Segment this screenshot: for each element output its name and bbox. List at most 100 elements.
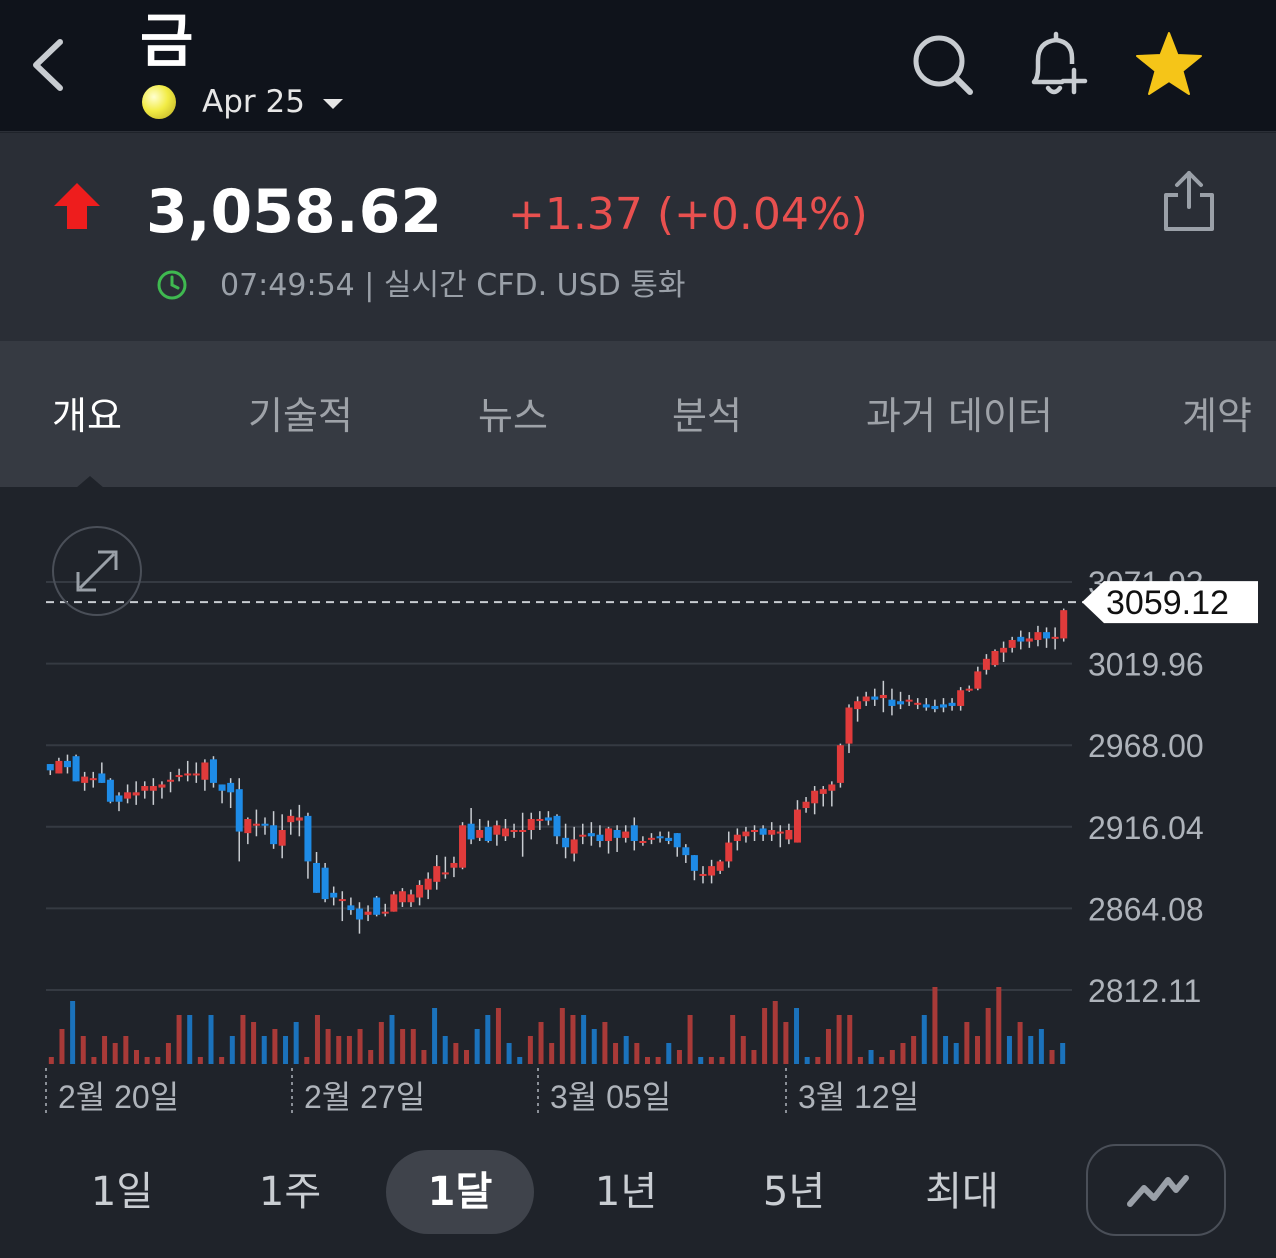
volume-bar: [921, 1015, 927, 1064]
candle-body: [484, 826, 492, 841]
candle-body: [124, 792, 132, 799]
candle-body: [149, 786, 157, 791]
candle-body: [441, 872, 449, 875]
candle-body: [897, 701, 905, 705]
search-icon[interactable]: [908, 30, 978, 100]
range-5-years[interactable]: 5년: [734, 1150, 854, 1234]
volume-bar: [421, 1050, 427, 1064]
volume-bar: [932, 987, 938, 1064]
bell-plus-icon[interactable]: [1020, 30, 1090, 100]
candle-body: [467, 823, 475, 840]
volume-bar: [59, 1029, 65, 1064]
candle-body: [355, 908, 363, 920]
contract-selector[interactable]: Apr 25: [142, 82, 343, 122]
candle-body: [965, 688, 973, 691]
volume-bar: [953, 1043, 959, 1064]
volume-bar: [602, 1022, 608, 1064]
price-change: +1.37 (+0.04%): [508, 189, 868, 240]
candle-body: [1008, 639, 1016, 648]
tab-analysis[interactable]: 분석: [672, 391, 742, 441]
expand-button[interactable]: [52, 526, 142, 616]
candle-body: [510, 830, 518, 833]
contract-label: Apr 25: [202, 84, 305, 120]
candle-body: [957, 690, 965, 706]
range-1-day[interactable]: 1일: [62, 1150, 182, 1234]
candle-body: [974, 671, 982, 689]
candle-body: [132, 792, 140, 796]
candle-body: [1000, 647, 1008, 653]
arrow-up-icon: [54, 183, 100, 229]
price-chart[interactable]: 3071.933019.962968.002916.042864.082812.…: [0, 488, 1276, 1128]
candle-body: [244, 819, 252, 834]
back-icon[interactable]: [26, 30, 76, 100]
candle-body: [939, 704, 947, 708]
candle-body: [562, 837, 570, 848]
candle-body: [175, 775, 183, 778]
candle-body: [476, 830, 484, 838]
tab-news[interactable]: 뉴스: [478, 391, 548, 441]
candle-body: [527, 819, 535, 831]
candle-body: [871, 696, 879, 700]
candle-body: [699, 873, 707, 876]
volume-bar: [400, 1029, 406, 1064]
candle-body: [501, 828, 509, 837]
candle-body: [725, 842, 733, 862]
candle-body: [613, 830, 621, 838]
volume-bar: [783, 1022, 789, 1064]
volume-bar: [708, 1057, 714, 1064]
tab-technical[interactable]: 기술적: [248, 391, 353, 441]
candle-body: [1060, 610, 1068, 639]
chart-type-button[interactable]: [1086, 1144, 1226, 1236]
volume-bar: [357, 1029, 363, 1064]
volume-bar: [1049, 1050, 1055, 1064]
candle-body: [690, 855, 698, 871]
candle-body: [141, 786, 149, 791]
x-tick-label: 3월 12일: [798, 1079, 919, 1115]
chevron-down-icon: [322, 99, 343, 109]
volume-bar: [261, 1036, 267, 1064]
volume-bar: [900, 1043, 906, 1064]
share-icon[interactable]: [1160, 167, 1218, 237]
candle-body: [776, 831, 784, 834]
candle-body: [373, 897, 381, 915]
candle-body: [304, 815, 312, 862]
volume-bar: [613, 1043, 619, 1064]
candle-body: [785, 830, 793, 840]
volume-bar: [1006, 1036, 1012, 1064]
volume-bar: [559, 1008, 565, 1064]
range-1-year[interactable]: 1년: [566, 1150, 686, 1234]
volume-bar: [251, 1022, 257, 1064]
volume-bar: [836, 1015, 842, 1064]
star-icon[interactable]: [1134, 30, 1204, 100]
volume-bar: [432, 1008, 438, 1064]
volume-bar: [389, 1015, 395, 1064]
tab-historical-data[interactable]: 과거 데이터: [866, 391, 1053, 441]
volume-bar: [133, 1050, 139, 1064]
volume-bar: [368, 1050, 374, 1064]
tab-bar: 개요 기술적 뉴스 분석 과거 데이터 계약: [0, 341, 1276, 487]
volume-bar: [80, 1036, 86, 1064]
quote-meta: 07:49:54 | 실시간 CFD. USD 통화: [220, 267, 685, 305]
candle-body: [905, 699, 913, 702]
candle-body: [570, 839, 578, 854]
instrument-title: 금: [140, 7, 194, 75]
volume-bar: [144, 1057, 150, 1064]
range-max[interactable]: 최대: [902, 1150, 1022, 1234]
line-chart-icon: [1127, 1175, 1189, 1207]
volume-bar: [889, 1050, 895, 1064]
tab-overview[interactable]: 개요: [52, 391, 122, 441]
candle-body: [398, 891, 406, 903]
x-tick-label: 2월 20일: [58, 1079, 179, 1115]
tab-contract[interactable]: 계약: [1182, 391, 1252, 441]
volume-bar: [644, 1057, 650, 1064]
volume-bar: [304, 1057, 310, 1064]
range-1-week[interactable]: 1주: [230, 1150, 350, 1234]
candle-body: [914, 702, 922, 705]
candle-body: [836, 745, 844, 783]
volume-bar: [570, 1015, 576, 1064]
candle-body: [931, 705, 939, 710]
last-price-label: 3059.12: [1106, 584, 1229, 622]
range-1-month[interactable]: 1달: [386, 1150, 534, 1234]
candle-body: [209, 759, 217, 783]
candlestick-chart[interactable]: 3071.933019.962968.002916.042864.082812.…: [0, 488, 1276, 1128]
